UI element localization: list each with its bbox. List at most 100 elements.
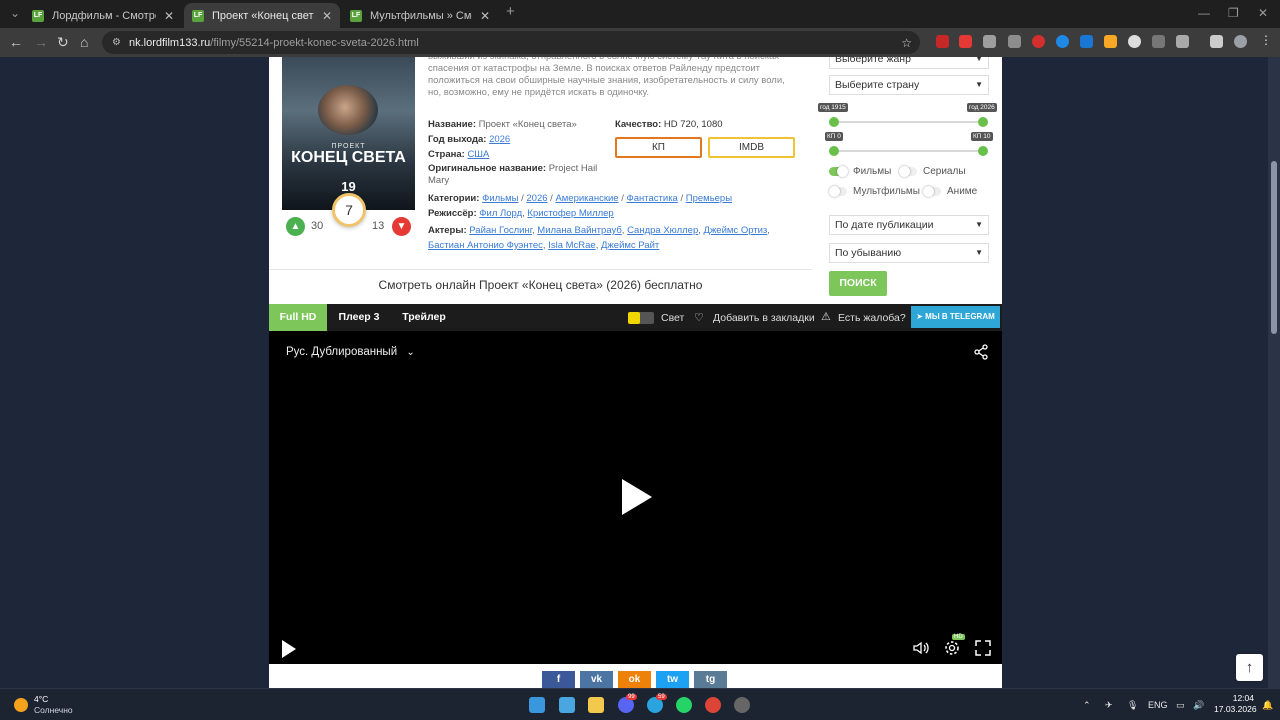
browser-menu-icon[interactable]: ⋮ [1260,33,1273,47]
audio-track-select[interactable]: Рус. Дублированный ⌄ [286,346,415,358]
actor-link[interactable]: Райан Гослинг [469,225,532,236]
microphone-icon[interactable]: 🎙 [1127,700,1138,711]
extension-icon[interactable] [983,35,996,48]
volume-icon[interactable] [912,639,930,657]
start-icon[interactable] [529,697,545,713]
extensions-puzzle-icon[interactable] [1176,35,1189,48]
new-tab-button[interactable]: + [506,3,515,20]
close-window-icon[interactable]: ✕ [1258,6,1268,20]
thumbs-up-icon[interactable]: ▲ [286,217,305,236]
app-icon[interactable] [734,697,750,713]
extension-icon[interactable] [1080,35,1093,48]
address-bar[interactable]: ⚙ nk.lordfilm133.ru /filmy/55214-proekt-… [102,31,920,54]
actor-link[interactable]: Джеймс Ортиз [704,225,768,236]
country-select[interactable]: Выберите страну ▼ [829,75,989,95]
actor-link[interactable]: Isla McRae [548,240,596,251]
display-icon[interactable]: ▭ [1176,700,1185,711]
country-link[interactable]: США [467,149,489,160]
category-link[interactable]: Американские [555,193,618,204]
extension-icon[interactable] [1008,35,1021,48]
toggle-switch[interactable] [923,186,941,197]
extension-icon[interactable] [1032,35,1045,48]
twitter-share-button[interactable]: tw [656,671,689,688]
scrollbar-thumb[interactable] [1271,161,1277,334]
profile-avatar[interactable] [1234,35,1247,48]
vk-share-button[interactable]: vk [580,671,613,688]
kp-range-min-handle[interactable] [829,146,839,156]
tab-player-3[interactable]: Плеер 3 [331,304,387,331]
actor-link[interactable]: Сандра Хюллер [627,225,698,236]
toggle-cartoons[interactable]: Мультфильмы [829,186,920,197]
toggle-switch[interactable] [829,186,847,197]
close-tab-icon[interactable]: ✕ [322,9,332,23]
category-link[interactable]: 2026 [526,193,547,204]
video-player[interactable]: Рус. Дублированный ⌄ HD [269,331,1002,664]
extension-icon[interactable] [1056,35,1069,48]
facebook-share-button[interactable]: f [542,671,575,688]
forward-icon[interactable]: → [34,34,48,50]
restore-icon[interactable]: ❐ [1228,6,1239,20]
bookmark-star-icon[interactable]: ☆ [901,36,912,50]
extension-icon[interactable] [959,35,972,48]
category-link[interactable]: Фильмы [482,193,518,204]
network-icon[interactable]: ✈ [1105,700,1113,711]
telegram-share-button[interactable]: tg [694,671,727,688]
page-scrollbar[interactable] [1268,57,1280,688]
volume-tray-icon[interactable]: 🔊 [1193,700,1204,711]
minimize-icon[interactable]: — [1198,6,1210,20]
weather-sun-icon[interactable] [14,698,28,712]
category-link[interactable]: Фантастика [627,193,678,204]
genre-select[interactable]: Выберите жанр ▼ [829,57,989,69]
sort-select[interactable]: По дате публикации ▼ [829,215,989,235]
gallery-icon[interactable] [559,697,575,713]
settings-gear-icon[interactable] [943,639,961,657]
thumbs-down-icon[interactable]: ▼ [392,217,411,236]
category-link[interactable]: Премьеры [686,193,732,204]
telegram-button[interactable]: ➤ МЫ В TELEGRAM [911,306,1000,328]
reload-icon[interactable]: ↻ [57,34,69,51]
reading-list-icon[interactable] [1210,35,1223,48]
tab-current-movie[interactable]: LF Проект «Конец света» (2026) с ✕ [184,3,340,28]
notifications-icon[interactable]: 🔔 [1262,700,1273,711]
language-indicator[interactable]: ENG [1148,700,1168,710]
tray-overflow-icon[interactable]: ⌃ [1083,700,1091,711]
year-range-max-handle[interactable] [978,117,988,127]
site-info-icon[interactable]: ⚙ [112,37,121,48]
year-link[interactable]: 2026 [489,134,510,145]
complaint-link[interactable]: Есть жалоба? [838,312,906,324]
tab-full-hd[interactable]: Full HD [269,304,327,331]
search-button[interactable]: ПОИСК [829,271,887,296]
light-toggle[interactable] [628,312,654,324]
year-range-min-handle[interactable] [829,117,839,127]
heart-icon[interactable]: ♡ [694,311,704,324]
play-icon[interactable] [282,640,296,658]
toggle-switch[interactable] [829,166,848,177]
order-select[interactable]: По убыванию ▼ [829,243,989,263]
chrome-icon[interactable] [705,697,721,713]
kp-rating-button[interactable]: КП [615,137,702,158]
tab-cartoons[interactable]: LF Мультфильмы » Смотреть онл ✕ [342,3,498,28]
imdb-rating-button[interactable]: IMDB [708,137,795,158]
extension-icon[interactable] [1152,35,1165,48]
ok-share-button[interactable]: ok [618,671,651,688]
big-play-icon[interactable] [622,479,652,515]
whatsapp-icon[interactable] [676,697,692,713]
file-explorer-icon[interactable] [588,697,604,713]
fullscreen-icon[interactable] [974,639,992,657]
actor-link[interactable]: Джеймс Райт [601,240,659,251]
movie-poster[interactable]: ПРОЕКТ КОНЕЦ СВЕТА 19 [282,57,415,210]
scroll-to-top-button[interactable]: ↑ [1236,654,1263,681]
home-icon[interactable]: ⌂ [80,34,88,50]
director-link[interactable]: Кристофер Миллер [527,208,613,219]
tab-trailer[interactable]: Трейлер [395,304,453,331]
kp-range-max-handle[interactable] [978,146,988,156]
extension-icon[interactable] [1128,35,1141,48]
tab-lordfilm-home[interactable]: LF Лордфильм - Смотреть фильмы ✕ [24,3,182,28]
extension-icon[interactable] [1104,35,1117,48]
toggle-switch[interactable] [899,166,917,177]
toggle-series[interactable]: Сериалы [899,166,966,177]
close-tab-icon[interactable]: ✕ [164,9,174,23]
back-icon[interactable]: ← [9,34,23,50]
extension-icon[interactable] [936,35,949,48]
actor-link[interactable]: Бастиан Антонио Фуэнтес [428,240,543,251]
